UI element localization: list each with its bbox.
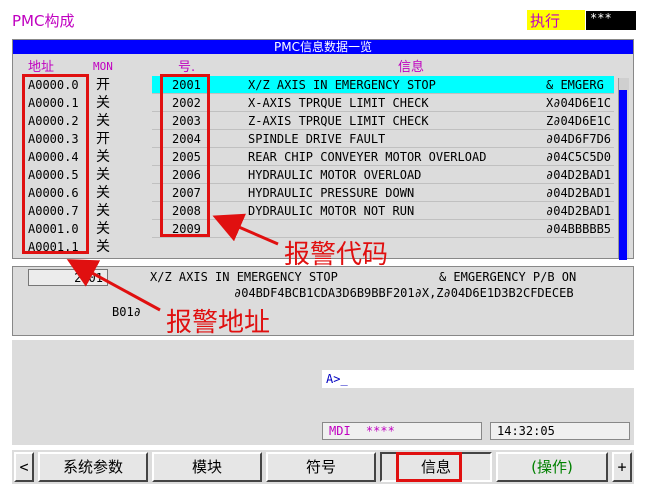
arrow-to-alarm-address xyxy=(66,259,161,312)
alarm-code-annotation: 报警代码 xyxy=(284,240,389,270)
arrow-to-alarm-code xyxy=(212,213,279,246)
alarm-address-annotation: 报警地址 xyxy=(166,308,271,338)
